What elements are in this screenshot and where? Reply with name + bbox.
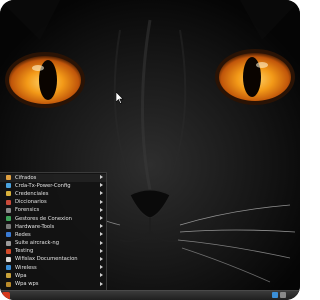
menu-item-credenciales[interactable]: Credenciales <box>0 190 106 198</box>
volume-tray-icon[interactable] <box>280 292 286 298</box>
key-icon <box>6 191 11 197</box>
left-eye <box>5 52 85 108</box>
submenu-arrow-icon <box>100 273 103 278</box>
menu-item-forensics[interactable]: Forensics <box>0 206 106 214</box>
menu-item-label: Crda-Tx-Power-Config <box>15 182 71 189</box>
book-icon <box>6 199 11 205</box>
right-eye <box>215 49 295 105</box>
menu-item-label: Testing <box>15 248 34 255</box>
menu-item-label: Diccionarios <box>15 199 47 206</box>
gear-icon <box>6 248 11 254</box>
submenu-arrow-icon <box>100 224 103 229</box>
mouse-cursor-icon <box>116 92 124 104</box>
menu-item-label: Wifislax Documentacion <box>15 256 78 263</box>
menu-item-label: Hardware-Tools <box>15 223 55 230</box>
wifi-icon <box>6 183 11 189</box>
submenu-arrow-icon <box>100 248 103 253</box>
menu-item-wpa-wps[interactable]: Wpa wps <box>0 280 106 288</box>
menu-item-label: Credenciales <box>15 190 49 197</box>
submenu-arrow-icon <box>100 216 103 221</box>
network-icon <box>6 216 11 222</box>
submenu-arrow-icon <box>100 240 103 245</box>
submenu-arrow-icon <box>100 183 103 188</box>
system-tray <box>272 292 286 299</box>
menu-item-diccionarios[interactable]: Diccionarios <box>0 198 106 206</box>
menu-item-label: Wpa wps <box>15 281 39 288</box>
menu-item-testing[interactable]: Testing <box>0 247 106 255</box>
start-menu-button[interactable] <box>2 292 10 300</box>
antenna-icon <box>6 265 11 271</box>
submenu-arrow-icon <box>100 256 103 261</box>
menu-item-hardware-tools[interactable]: Hardware-Tools <box>0 223 106 231</box>
network-tray-icon[interactable] <box>272 292 278 298</box>
terminal-icon <box>6 240 11 246</box>
submenu-arrow-icon <box>100 207 103 212</box>
globe-icon <box>6 232 11 238</box>
menu-item-label: Forensics <box>15 207 40 214</box>
menu-item-wireless[interactable]: Wireless <box>0 264 106 272</box>
menu-item-label: Redes <box>15 231 31 238</box>
menu-item-gestores-de-conexion[interactable]: Gestores de Conexion <box>0 214 106 222</box>
menu-item-wifislax-documentacion[interactable]: Wifislax Documentacion <box>0 255 106 263</box>
submenu-arrow-icon <box>100 265 103 270</box>
menu-item-crda-tx-power-config[interactable]: Crda-Tx-Power-Config <box>0 182 106 190</box>
applications-menu: Cifrados Crda-Tx-Power-Config Credenciales… <box>0 172 107 291</box>
submenu-arrow-icon <box>100 281 103 286</box>
menu-item-cifrados[interactable]: Cifrados <box>0 173 106 182</box>
menu-item-wpa[interactable]: Wpa <box>0 272 106 280</box>
lock-icon <box>6 273 11 279</box>
menu-item-label: Wpa <box>15 272 27 279</box>
menu-item-label: Wireless <box>15 264 37 271</box>
lock-icon <box>6 281 11 287</box>
desktop[interactable]: Cifrados Crda-Tx-Power-Config Credenciales… <box>0 0 300 300</box>
menu-item-label: Cifrados <box>15 174 37 181</box>
submenu-arrow-icon <box>100 175 103 180</box>
taskbar <box>0 290 300 300</box>
magnifier-icon <box>6 207 11 213</box>
menu-item-redes[interactable]: Redes <box>0 231 106 239</box>
submenu-arrow-icon <box>100 199 103 204</box>
document-icon <box>6 256 11 262</box>
folder-icon <box>6 175 11 181</box>
submenu-arrow-icon <box>100 191 103 196</box>
menu-item-label: Suite aircrack-ng <box>15 240 60 247</box>
menu-item-suite-aircrack-ng[interactable]: Suite aircrack-ng <box>0 239 106 247</box>
submenu-arrow-icon <box>100 232 103 237</box>
chip-icon <box>6 224 11 230</box>
menu-item-label: Gestores de Conexion <box>15 215 72 222</box>
